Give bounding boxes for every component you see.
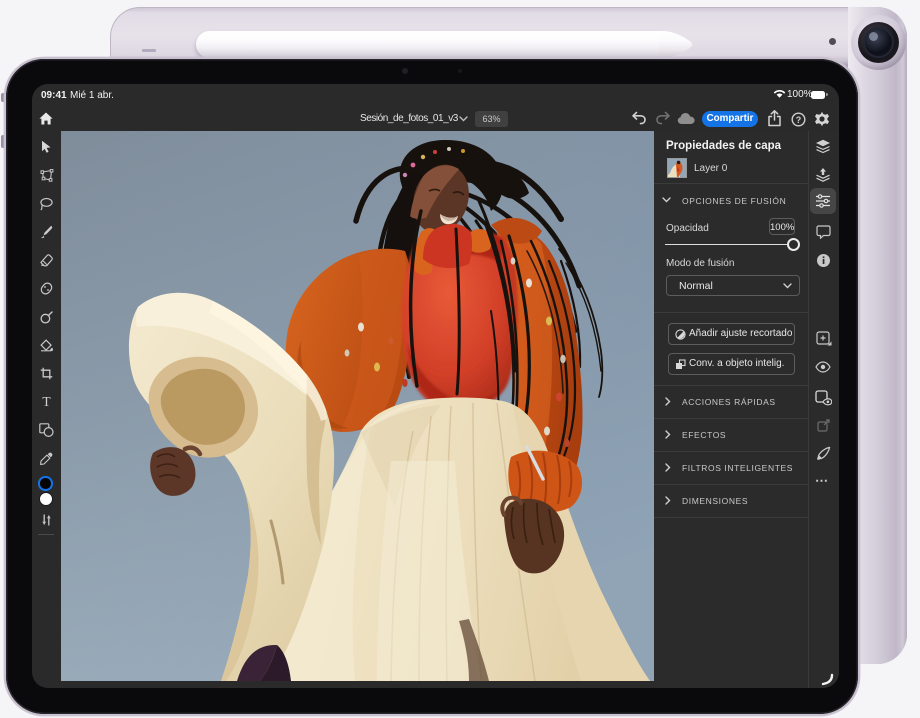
svg-text:?: ? — [796, 114, 802, 124]
